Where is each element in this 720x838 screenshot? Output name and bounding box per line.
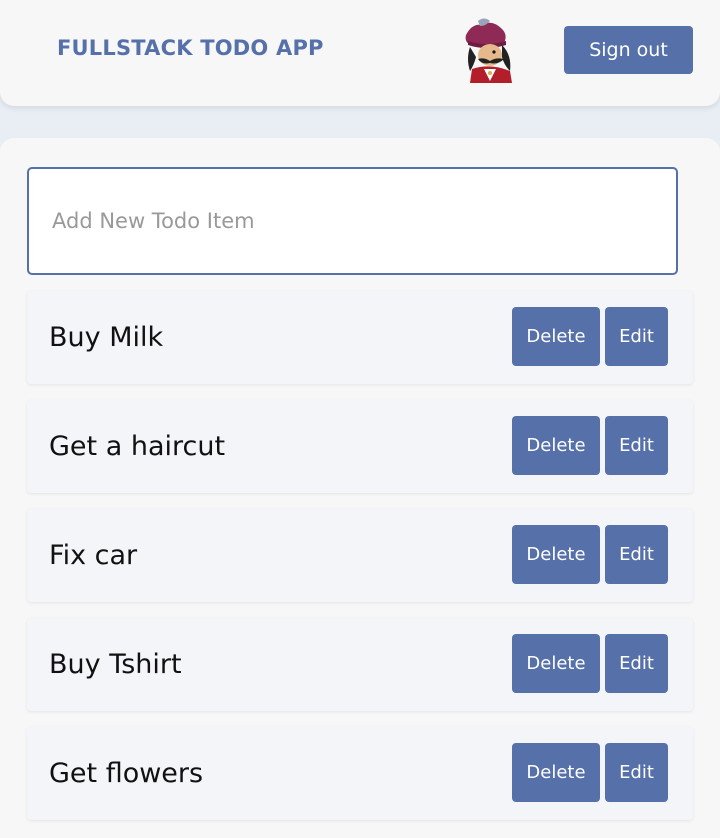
todo-item: Get flowers Delete Edit [27, 727, 693, 820]
edit-button[interactable]: Edit [605, 525, 668, 584]
todo-item: Fix car Delete Edit [27, 509, 693, 602]
delete-button[interactable]: Delete [512, 743, 600, 802]
edit-button[interactable]: Edit [605, 307, 668, 366]
edit-button[interactable]: Edit [605, 416, 668, 475]
todo-text: Buy Milk [49, 322, 164, 353]
todo-item: Get a haircut Delete Edit [27, 400, 693, 493]
todo-text: Buy Tshirt [49, 649, 182, 680]
todo-text: Get flowers [49, 758, 204, 789]
avatar[interactable] [458, 17, 524, 85]
delete-button[interactable]: Delete [512, 525, 600, 584]
todo-item: Buy Tshirt Delete Edit [27, 618, 693, 711]
app-header: FULLSTACK TODO APP Sign out [0, 0, 720, 106]
add-todo-input[interactable] [27, 167, 678, 275]
delete-button[interactable]: Delete [512, 416, 600, 475]
edit-button[interactable]: Edit [605, 634, 668, 693]
todo-item: Buy Milk Delete Edit [27, 291, 693, 384]
edit-button[interactable]: Edit [605, 743, 668, 802]
delete-button[interactable]: Delete [512, 634, 600, 693]
app-title: FULLSTACK TODO APP [57, 36, 324, 60]
todo-list: Buy Milk Delete Edit Get a haircut Delet… [27, 291, 693, 836]
todo-text: Get a haircut [49, 431, 226, 462]
todo-panel: Buy Milk Delete Edit Get a haircut Delet… [0, 138, 720, 838]
sign-out-button[interactable]: Sign out [564, 26, 693, 74]
todo-text: Fix car [49, 540, 138, 571]
pirate-avatar-icon [465, 18, 512, 83]
delete-button[interactable]: Delete [512, 307, 600, 366]
